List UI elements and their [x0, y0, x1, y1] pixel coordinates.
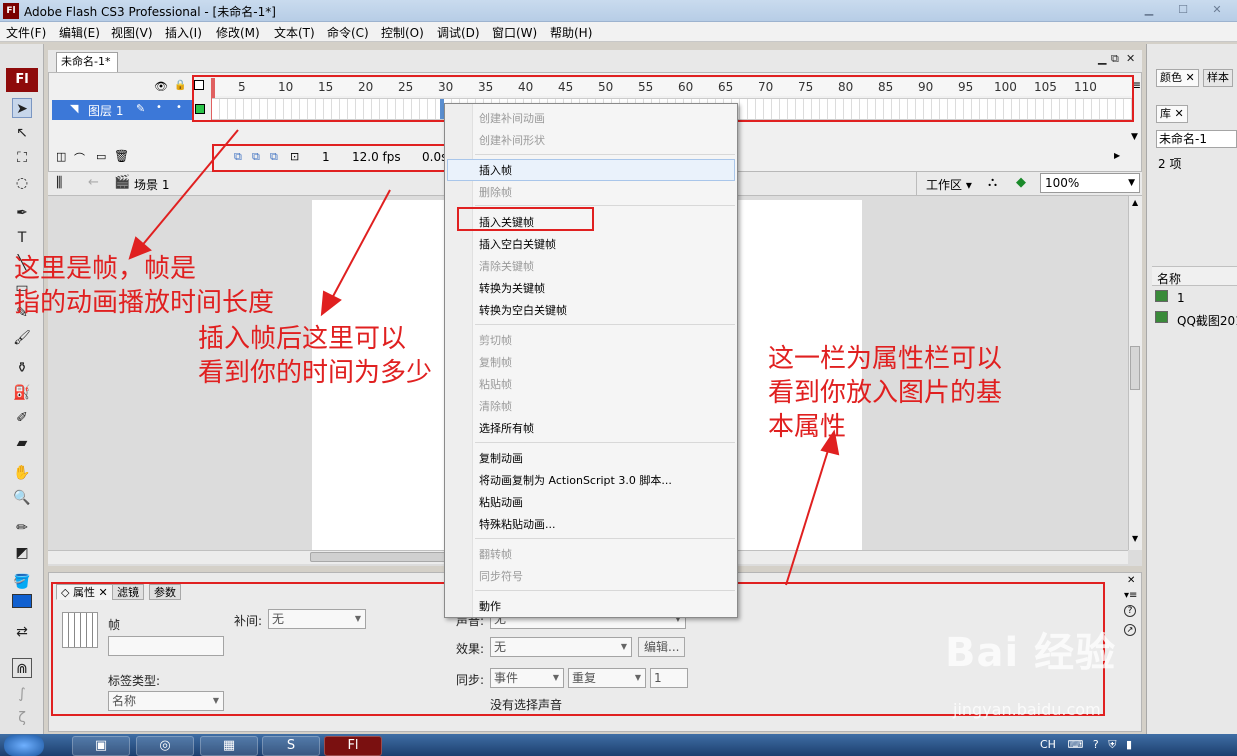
- baidu-watermark: Bai 经验: [945, 630, 1117, 676]
- menu-separator: [475, 324, 735, 325]
- menu-item-create-motion-tween[interactable]: 创建补间动画: [479, 110, 545, 126]
- menu-item-synchronize-symbols[interactable]: 同步符号: [479, 568, 523, 584]
- menu-item-create-shape-tween[interactable]: 创建补间形状: [479, 132, 545, 148]
- menu-item-clear-frames[interactable]: 清除帧: [479, 398, 512, 414]
- system-tray: CH ⌨ ? ⛨ ▮: [1040, 738, 1132, 752]
- menu-separator: [475, 538, 735, 539]
- network-icon[interactable]: ▮: [1126, 738, 1132, 751]
- keyboard-icon[interactable]: ⌨: [1067, 738, 1083, 751]
- input-language[interactable]: CH: [1040, 738, 1056, 751]
- menu-item-convert-to-blank-keyframes[interactable]: 转换为空白关键帧: [479, 302, 567, 318]
- menu-item-actions[interactable]: 動作: [479, 598, 501, 614]
- properties-note: 这一栏为属性栏可以 看到你放入图片的基 本属性: [768, 344, 1003, 442]
- menu-item-remove-frames[interactable]: 删除帧: [479, 184, 512, 200]
- start-button[interactable]: [4, 735, 44, 756]
- time-note: 插入帧后这里可以 看到你的时间为多少: [198, 324, 433, 388]
- menu-item-reverse-frames[interactable]: 翻转帧: [479, 546, 512, 562]
- baidu-watermark-url: jingyan.baidu.com: [953, 700, 1101, 719]
- taskbar-browser-icon[interactable]: ◎: [136, 736, 194, 756]
- menu-item-paste-motion[interactable]: 粘贴动画: [479, 494, 523, 510]
- help-tray-icon[interactable]: ?: [1093, 738, 1099, 751]
- frames-note: 这里是帧，帧是 指的动画播放时间长度: [14, 254, 275, 318]
- menu-item-copy-motion[interactable]: 复制动画: [479, 450, 523, 466]
- menu-separator: [475, 442, 735, 443]
- menu-item-copy-frames[interactable]: 复制帧: [479, 354, 512, 370]
- shield-icon[interactable]: ⛨: [1108, 738, 1116, 751]
- menu-item-convert-to-keyframes[interactable]: 转换为关键帧: [479, 280, 545, 296]
- taskbar-flash-icon[interactable]: Fl: [324, 736, 382, 756]
- menu-item-paste-frames[interactable]: 粘贴帧: [479, 376, 512, 392]
- menu-item-insert-blank-keyframe[interactable]: 插入空白关键帧: [479, 236, 556, 252]
- menu-separator: [475, 205, 735, 206]
- menu-item-select-all-frames[interactable]: 选择所有帧: [479, 420, 534, 436]
- taskbar-app-icon[interactable]: ▣: [72, 736, 130, 756]
- menu-item-clear-keyframe[interactable]: 清除关键帧: [479, 258, 534, 274]
- menu-item-copy-motion-as-as3[interactable]: 将动画复制为 ActionScript 3.0 脚本...: [479, 472, 672, 488]
- taskbar-image-viewer-icon[interactable]: ▦: [200, 736, 258, 756]
- menu-item-cut-frames[interactable]: 剪切帧: [479, 332, 512, 348]
- menu-separator: [475, 590, 735, 591]
- taskbar-wps-icon[interactable]: S: [262, 736, 320, 756]
- insert-keyframe-highlight-box: [457, 207, 594, 231]
- frame-context-menu: 创建补间动画 创建补间形状 插入帧 删除帧 插入关键帧 插入空白关键帧 清除关键…: [444, 103, 738, 618]
- menu-separator: [475, 154, 735, 155]
- menu-item-insert-frame[interactable]: 插入帧: [479, 162, 512, 178]
- menu-item-paste-motion-special[interactable]: 特殊粘贴动画...: [479, 516, 556, 532]
